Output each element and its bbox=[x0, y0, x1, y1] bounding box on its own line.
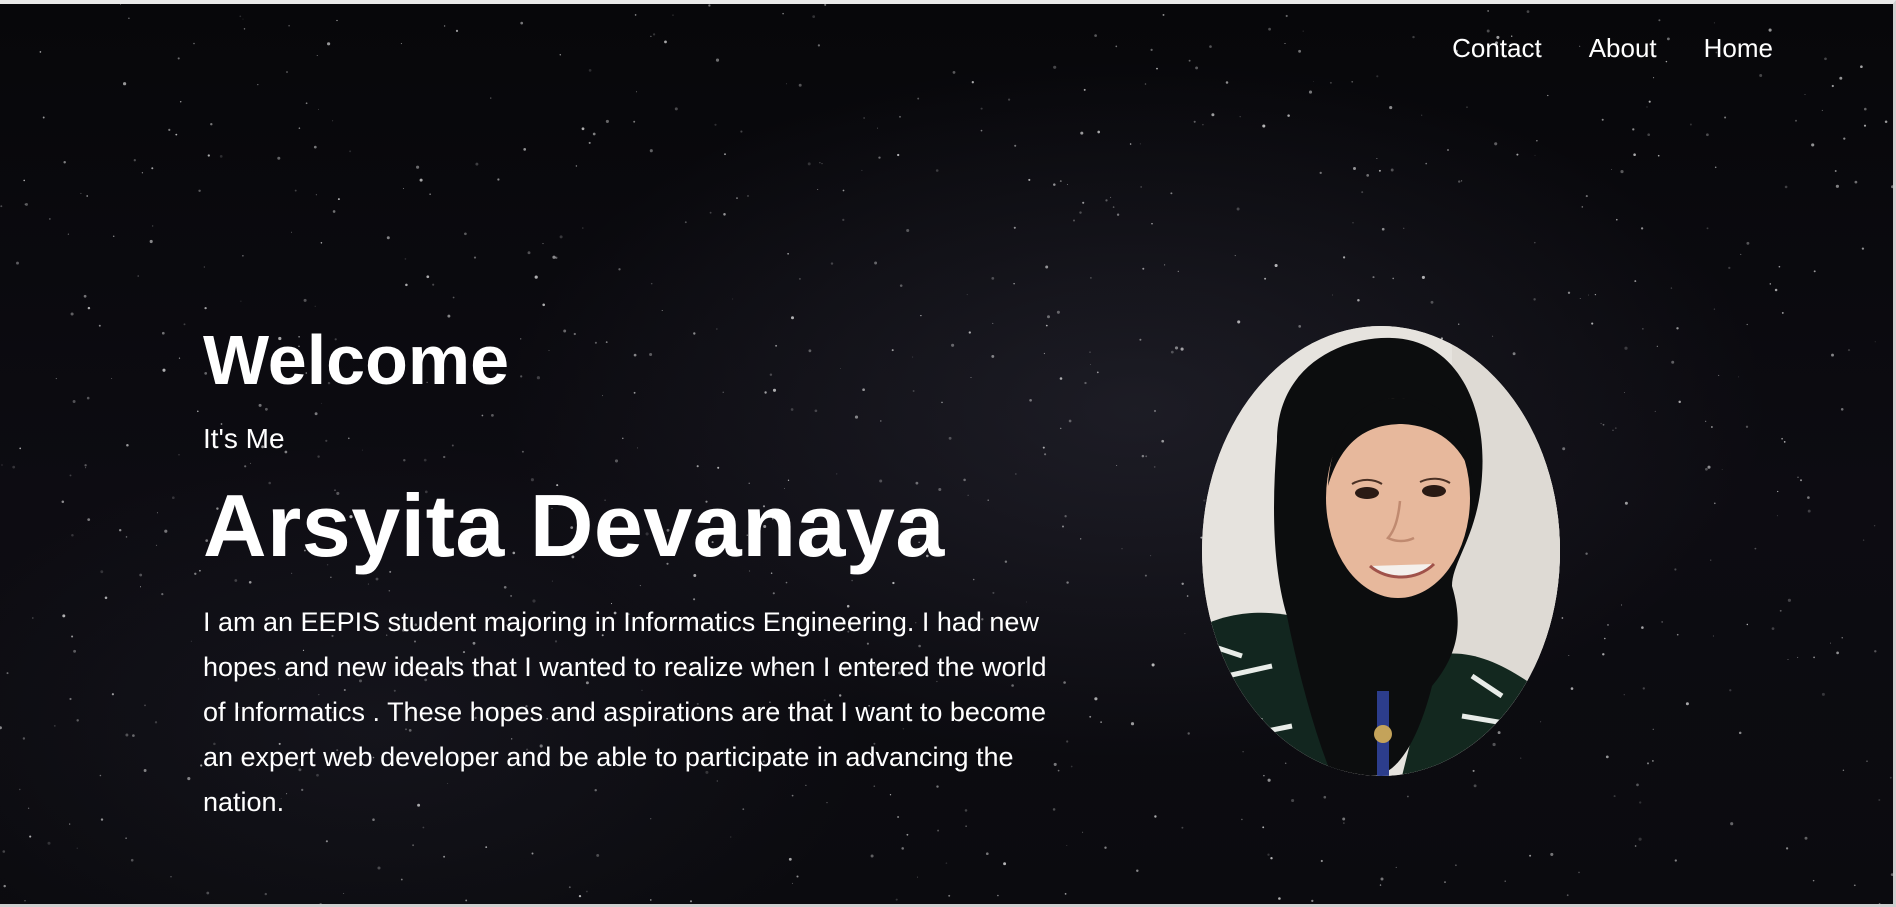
nav-link-about[interactable]: About bbox=[1589, 30, 1657, 66]
intro-text: It's Me bbox=[203, 423, 285, 454]
nav-link-contact[interactable]: Contact bbox=[1452, 30, 1542, 66]
bio-paragraph: I am an EEPIS student majoring in Inform… bbox=[203, 607, 1047, 817]
portrait-illustration bbox=[1202, 326, 1560, 776]
welcome-heading: Welcome bbox=[203, 321, 510, 399]
hero-section: Welcome It's Me Arsyita Devanaya I am an… bbox=[203, 320, 1063, 825]
person-name: Arsyita Devanaya bbox=[203, 476, 945, 575]
profile-photo bbox=[1202, 326, 1560, 776]
top-nav: Contact About Home bbox=[1452, 30, 1773, 66]
portfolio-page: Contact About Home Welcome It's Me Arsyi… bbox=[0, 0, 1896, 907]
nav-link-home[interactable]: Home bbox=[1704, 30, 1773, 66]
